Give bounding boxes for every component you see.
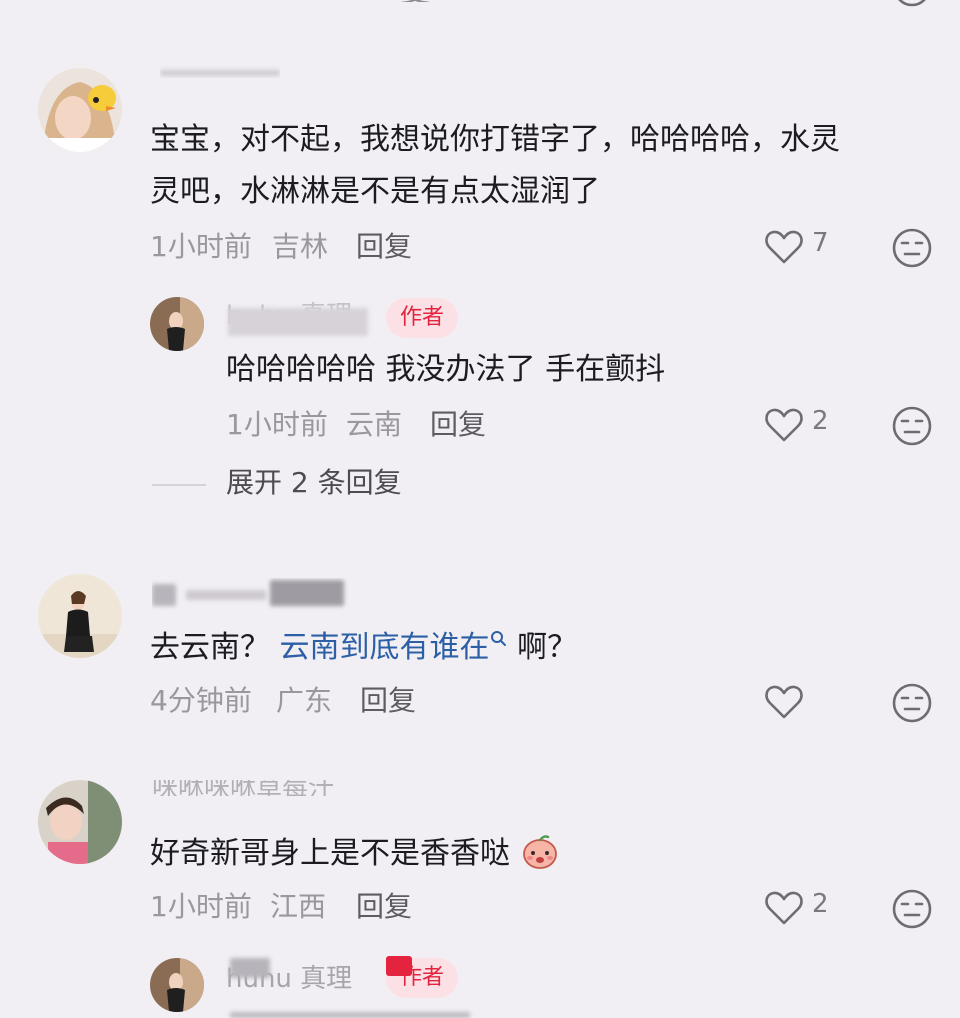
like-icon[interactable] — [764, 406, 804, 444]
reply-button[interactable]: 回复 — [430, 408, 486, 442]
username-blurred[interactable] — [160, 62, 280, 78]
avatar[interactable] — [150, 958, 204, 1012]
like-icon[interactable] — [764, 683, 804, 721]
dislike-icon[interactable] — [890, 226, 934, 270]
comment-location: 江西 — [270, 890, 327, 923]
expand-divider — [152, 484, 206, 486]
comment-text: 宝宝，对不起，我想说你打错字了，哈哈哈哈，水灵 灵吧，水淋淋是不是有点太湿润了 — [150, 122, 840, 209]
search-link[interactable]: 云南到底有谁在 — [280, 630, 508, 665]
like-icon[interactable] — [764, 228, 804, 266]
dislike-icon[interactable] — [890, 681, 934, 725]
dislike-icon[interactable] — [890, 887, 934, 931]
search-icon — [490, 630, 508, 648]
comment-time: 1小时前 — [150, 230, 252, 263]
username-blur-overlay — [228, 308, 368, 336]
comment-text: 去云南？ 云南到底有谁在 啊？ — [150, 630, 578, 665]
like-icon-partial[interactable] — [764, 0, 800, 8]
dislike-icon[interactable] — [890, 404, 934, 448]
like-count: 2 — [812, 889, 829, 919]
cut-off-reply-text — [230, 1012, 470, 1018]
redaction-mark — [386, 956, 412, 976]
comment-location: 广东 — [276, 684, 333, 717]
peach-shy-emoji — [520, 831, 560, 871]
like-count: 7 — [812, 228, 829, 258]
comment-time: 4分钟前 — [150, 684, 252, 717]
avatar[interactable] — [38, 780, 122, 864]
username-blurred[interactable] — [152, 578, 432, 614]
like-icon[interactable] — [764, 889, 804, 927]
reply-time: 1小时前 — [226, 408, 328, 441]
username-blur-overlay — [230, 958, 270, 978]
cut-off-text-fragment: 复 — [400, 0, 430, 2]
comment-text: 好奇新哥身上是不是香香哒 — [150, 828, 560, 880]
like-count: 2 — [812, 406, 829, 436]
avatar[interactable] — [38, 574, 122, 658]
avatar[interactable] — [38, 68, 122, 152]
previous-comment-partial: 复 — [150, 0, 480, 2]
comment-location: 吉林 — [272, 230, 329, 263]
reply-button[interactable]: 回复 — [356, 890, 412, 924]
username[interactable]: 咪咻咪咻草莓汁 — [152, 780, 334, 796]
reply-button[interactable]: 回复 — [356, 230, 412, 264]
expand-replies-button[interactable]: 展开 2 条回复 — [226, 466, 402, 500]
reply-button[interactable]: 回复 — [360, 684, 416, 718]
avatar[interactable] — [150, 297, 204, 351]
reply-text: 哈哈哈哈哈 我没办法了 手在颤抖 — [226, 352, 666, 387]
reply-location: 云南 — [346, 408, 403, 441]
dislike-icon-partial[interactable] — [892, 0, 932, 10]
author-badge: 作者 — [386, 298, 459, 338]
comment-time: 1小时前 — [150, 890, 252, 923]
